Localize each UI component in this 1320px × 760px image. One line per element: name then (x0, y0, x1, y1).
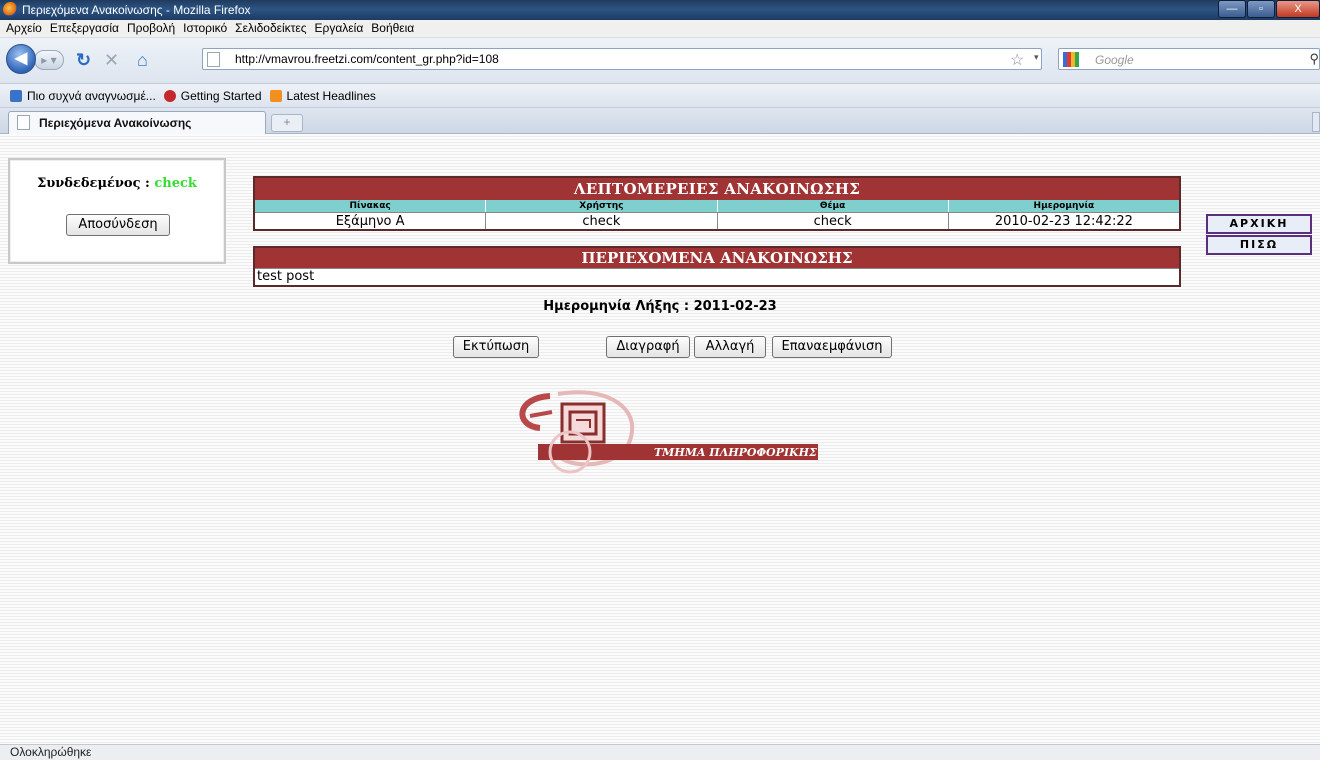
bookmark-getting-started[interactable]: Getting Started (163, 88, 262, 103)
menu-history[interactable]: Ιστορικό (183, 20, 227, 37)
bookmark-label: Latest Headlines (286, 88, 376, 103)
cell-subject: check (717, 212, 949, 229)
logo-text: ΤΜΗΜΑ ΠΛΗΡΟΦΟΡΙΚΗΣ (654, 446, 817, 459)
column-header-user: Χρήστης (486, 200, 718, 212)
print-button[interactable]: Εκτύπωση (453, 336, 539, 358)
bookmark-star-icon[interactable]: ☆ (1010, 50, 1024, 70)
logged-in-text: Συνδεδεμένος : (37, 176, 155, 191)
announcement-details-table: ΛΕΠΤΟΜΕΡΕΙΕΣ ΑΝΑΚΟΙΝΩΣΗΣ Πίνακας Χρήστης… (253, 176, 1181, 231)
url-bar[interactable]: http://vmavrou.freetzi.com/content_gr.ph… (202, 48, 1042, 70)
column-header-subject: Θέμα (717, 200, 949, 212)
search-bar[interactable]: Google ⚲ (1058, 48, 1320, 70)
announcement-contents-table: ΠΕΡΙΕΧΟΜΕΝΑ ΑΝΑΚΟΙΝΩΣΗΣ test post (253, 246, 1181, 287)
bookmark-label: Getting Started (180, 88, 262, 103)
menu-bar: Αρχείο Επεξεργασία Προβολή Ιστορικό Σελι… (0, 20, 1320, 38)
back-button[interactable]: ◀ (6, 44, 36, 74)
menu-edit[interactable]: Επεξεργασία (50, 20, 119, 37)
logged-in-user: check (154, 176, 197, 191)
navigation-toolbar: ▸ ▾ ◀ ↻ ✕ ⌂ http://vmavrou.freetzi.com/c… (0, 38, 1320, 84)
tab-scroll-button[interactable] (1312, 112, 1320, 132)
details-header-row: Πίνακας Χρήστης Θέμα Ημερομηνία (255, 200, 1179, 212)
cell-user: check (486, 212, 718, 229)
most-visited-icon (10, 89, 22, 102)
column-header-board: Πίνακας (255, 200, 487, 212)
bookmark-most-visited[interactable]: Πιο συχνά αναγνωσμέ... (10, 89, 156, 103)
cell-date: 2010-02-23 12:42:22 (948, 212, 1179, 229)
status-bar: Ολοκληρώθηκε (0, 744, 1320, 760)
department-logo: ΤΜΗΜΑ ΠΛΗΡΟΦΟΡΙΚΗΣ (519, 390, 818, 474)
menu-help[interactable]: Βοήθεια (371, 20, 414, 37)
google-icon[interactable] (1063, 52, 1079, 67)
logout-button[interactable]: Αποσύνδεση (66, 214, 170, 236)
tab-bar: Περιεχόμενα Ανακοίνωσης + (0, 108, 1320, 134)
home-link[interactable]: ΑΡΧΙΚΗ (1206, 214, 1312, 234)
menu-bookmarks[interactable]: Σελιδοδείκτες (235, 20, 306, 37)
bookmarks-toolbar: Πιο συχνά αναγνωσμέ... Getting Started L… (0, 84, 1320, 108)
page-content: Συνδεδεμένος : check Αποσύνδεση ΛΕΠΤΟΜΕΡ… (0, 134, 1320, 744)
menu-file[interactable]: Αρχείο (6, 20, 42, 37)
window-titlebar: Περιεχόμενα Ανακοίνωσης - Mozilla Firefo… (0, 0, 1320, 20)
menu-tools[interactable]: Εργαλεία (315, 20, 364, 37)
page-icon (207, 52, 220, 67)
chevron-down-icon[interactable]: ▾ (1034, 52, 1039, 63)
bookmark-latest-headlines[interactable]: Latest Headlines (269, 88, 376, 103)
login-box: Συνδεδεμένος : check Αποσύνδεση (8, 158, 226, 264)
close-button[interactable]: X (1276, 0, 1320, 18)
bookmark-label: Πιο συχνά αναγνωσμέ... (27, 88, 156, 103)
stop-icon[interactable]: ✕ (104, 50, 119, 70)
tab-label: Περιεχόμενα Ανακοίνωσης (39, 116, 192, 130)
forward-button[interactable]: ▸ ▾ (34, 50, 64, 70)
rss-icon (269, 89, 282, 102)
republish-button[interactable]: Επαναεμφάνιση (772, 336, 892, 358)
search-placeholder: Google (1095, 53, 1134, 67)
maximize-button[interactable]: ▫ (1247, 0, 1275, 18)
edit-button[interactable]: Αλλαγή (694, 336, 766, 358)
table-row: Εξάμηνο Α check check 2010-02-23 12:42:2… (255, 212, 1179, 229)
tab-announcement-contents[interactable]: Περιεχόμενα Ανακοίνωσης (8, 111, 266, 134)
home-icon[interactable]: ⌂ (137, 50, 148, 70)
back-link[interactable]: ΠΙΣΩ (1206, 235, 1312, 255)
window-title: Περιεχόμενα Ανακοίνωσης - Mozilla Firefo… (22, 3, 251, 17)
details-title: ΛΕΠΤΟΜΕΡΕΙΕΣ ΑΝΑΚΟΙΝΩΣΗΣ (255, 178, 1179, 200)
contents-text: test post (255, 268, 1179, 285)
cell-board: Εξάμηνο Α (255, 212, 487, 229)
search-icon[interactable]: ⚲ (1309, 51, 1319, 67)
side-navigation: ΑΡΧΙΚΗ ΠΙΣΩ (1206, 214, 1312, 256)
delete-button[interactable]: Διαγραφή (606, 336, 690, 358)
reload-icon[interactable]: ↻ (76, 50, 91, 70)
getting-started-icon (163, 89, 176, 102)
firefox-icon (3, 2, 18, 17)
window-controls: — ▫ X (1217, 0, 1320, 20)
expiry-date: Ημερομηνία Λήξης : 2011-02-23 (543, 299, 777, 314)
menu-view[interactable]: Προβολή (127, 20, 175, 37)
new-tab-button[interactable]: + (271, 114, 303, 132)
column-header-date: Ημερομηνία (948, 200, 1179, 212)
minimize-button[interactable]: — (1218, 0, 1246, 18)
page-icon (17, 115, 30, 130)
logged-in-label: Συνδεδεμένος : check (10, 176, 224, 191)
url-text: http://vmavrou.freetzi.com/content_gr.ph… (235, 52, 499, 66)
contents-title: ΠΕΡΙΕΧΟΜΕΝΑ ΑΝΑΚΟΙΝΩΣΗΣ (255, 248, 1179, 268)
